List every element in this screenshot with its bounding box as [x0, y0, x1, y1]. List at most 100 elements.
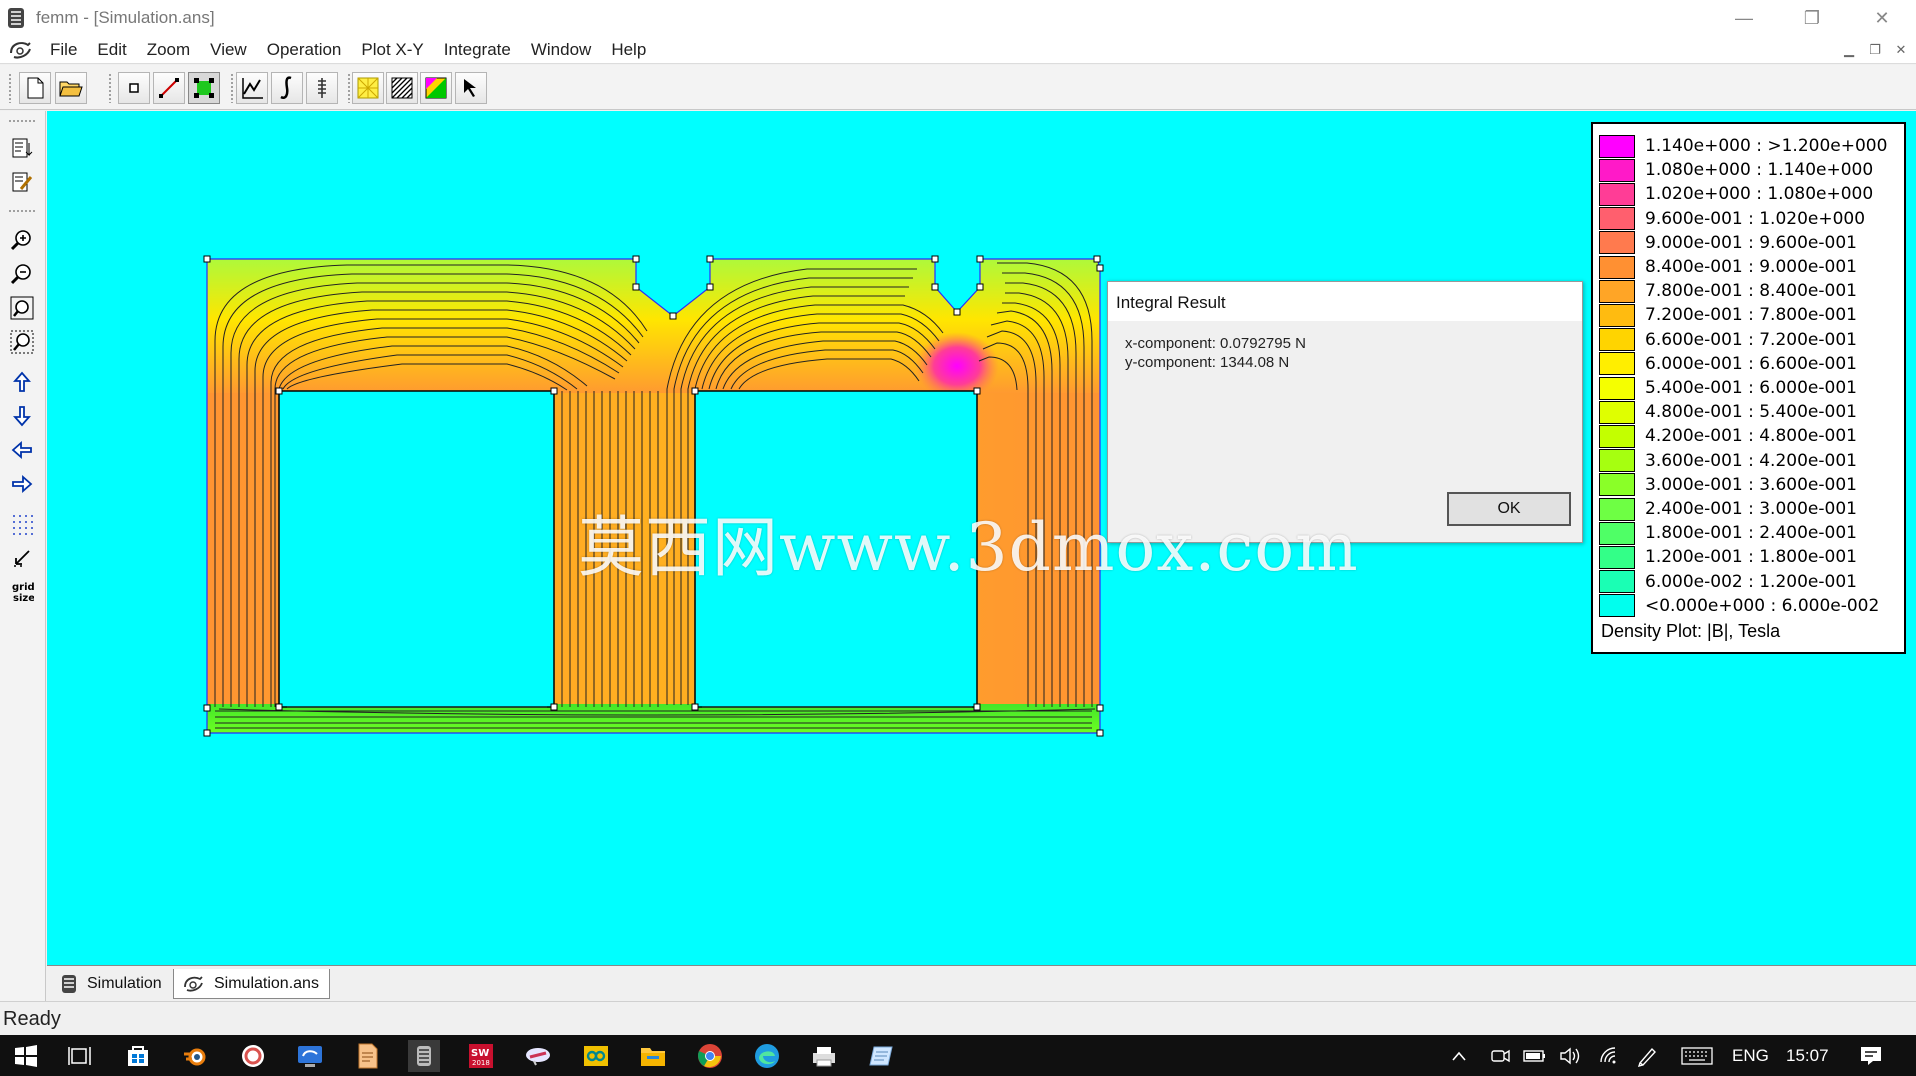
input-language[interactable]: ENG — [1732, 1046, 1769, 1066]
pan-down-icon[interactable] — [6, 401, 38, 431]
touch-keyboard-icon[interactable] — [1680, 1040, 1714, 1072]
document-app-icon[interactable] — [352, 1040, 384, 1072]
femm-doc-icon — [62, 975, 76, 993]
menu-edit[interactable]: Edit — [87, 40, 136, 60]
toolbar-grip[interactable] — [108, 73, 112, 103]
volume-icon[interactable] — [1558, 1040, 1584, 1072]
legend-entry: 3.600e-001 : 4.200e-001 — [1599, 449, 1857, 473]
legend-label: 9.000e-001 : 9.600e-001 — [1645, 232, 1857, 253]
contour-mode-icon[interactable] — [153, 72, 185, 104]
area-mode-icon[interactable] — [188, 72, 220, 104]
toolbar-grip[interactable] — [230, 73, 234, 103]
arduino-icon[interactable] — [580, 1040, 612, 1072]
menu-zoom[interactable]: Zoom — [137, 40, 200, 60]
mdi-close-button[interactable]: ✕ — [1890, 40, 1912, 60]
blender-icon[interactable] — [179, 1040, 211, 1072]
legend-swatch — [1599, 279, 1635, 303]
postprocessor-doc-icon — [184, 975, 203, 991]
task-view-icon[interactable] — [64, 1040, 96, 1072]
menu-help[interactable]: Help — [601, 40, 656, 60]
show-mesh-icon[interactable] — [352, 72, 384, 104]
restore-button[interactable]: ❐ — [1778, 0, 1846, 36]
legend-entry: 9.000e-001 : 9.600e-001 — [1599, 231, 1857, 255]
show-results-icon[interactable] — [6, 133, 38, 163]
toolbar-grip[interactable] — [8, 119, 36, 123]
pan-up-icon[interactable] — [6, 367, 38, 397]
store-icon[interactable] — [122, 1040, 154, 1072]
minimize-button[interactable]: — — [1710, 0, 1778, 36]
ok-button[interactable]: OK — [1447, 492, 1571, 526]
grid-size-icon[interactable]: grid size — [6, 577, 38, 607]
clock-time[interactable]: 15:07 — [1786, 1046, 1829, 1066]
notification-center-icon[interactable] — [1856, 1040, 1886, 1072]
menu-operation[interactable]: Operation — [257, 40, 352, 60]
open-folder-icon[interactable] — [55, 72, 87, 104]
zoom-window-icon[interactable] — [6, 327, 38, 357]
block-integral-icon[interactable] — [306, 72, 338, 104]
show-grid-icon[interactable] — [6, 509, 38, 539]
chrome-icon[interactable] — [694, 1040, 726, 1072]
battery-icon[interactable] — [1522, 1040, 1548, 1072]
snap-grid-icon[interactable] — [6, 543, 38, 573]
close-button[interactable]: ✕ — [1848, 0, 1916, 36]
windows-start-icon[interactable] — [10, 1040, 42, 1072]
file-explorer-icon[interactable] — [637, 1040, 669, 1072]
plot-xy-icon[interactable] — [236, 72, 268, 104]
legend-swatch — [1599, 182, 1635, 206]
line-integral-icon[interactable] — [271, 72, 303, 104]
app-ring-icon[interactable] — [237, 1040, 269, 1072]
edit-results-icon[interactable] — [6, 167, 38, 197]
solidworks-icon[interactable]: SW 2018 — [465, 1040, 497, 1072]
postprocessor-icon[interactable] — [8, 39, 34, 61]
y-component-text: y-component: 1344.08 N — [1125, 354, 1290, 371]
meet-now-icon[interactable] — [1488, 1040, 1512, 1072]
notes-app-icon[interactable] — [865, 1040, 897, 1072]
legend-label: 5.400e-001 : 6.000e-001 — [1645, 378, 1857, 398]
toolbar-grip[interactable] — [8, 73, 12, 103]
wifi-icon[interactable] — [1596, 1040, 1622, 1072]
legend-swatch — [1599, 303, 1635, 327]
toolbar-grip[interactable] — [347, 73, 351, 103]
legend-swatch — [1599, 207, 1635, 231]
remote-desktop-icon[interactable] — [294, 1040, 326, 1072]
menu-view[interactable]: View — [200, 40, 257, 60]
femm-taskbar-icon[interactable] — [408, 1040, 440, 1072]
mdi-restore-button[interactable]: ❐ — [1864, 40, 1886, 60]
legend-entry: 1.080e+000 : 1.140e+000 — [1599, 158, 1873, 182]
edge-icon[interactable] — [751, 1040, 783, 1072]
menu-integrate[interactable]: Integrate — [434, 40, 521, 60]
pan-left-icon[interactable] — [6, 435, 38, 465]
printer-app-icon[interactable] — [808, 1040, 840, 1072]
zoom-out-icon[interactable] — [6, 259, 38, 289]
tab-label: Simulation.ans — [214, 974, 319, 992]
zoom-natural-icon[interactable] — [6, 293, 38, 323]
hatch-plot-icon[interactable] — [386, 72, 418, 104]
point-mode-icon[interactable] — [118, 72, 150, 104]
femm-app-icon — [8, 8, 24, 28]
legend-label: <0.000e+000 : 6.000e-002 — [1645, 595, 1880, 616]
pan-right-icon[interactable] — [6, 469, 38, 499]
tab-simulation[interactable]: Simulation — [51, 969, 172, 999]
tab-simulation-ans[interactable]: Simulation.ans — [173, 969, 330, 999]
cloud-app-icon[interactable] — [522, 1040, 554, 1072]
pen-icon[interactable] — [1634, 1040, 1660, 1072]
legend-label: 7.800e-001 : 8.400e-001 — [1645, 281, 1857, 302]
mdi-minimize-button[interactable]: ▁ — [1838, 40, 1860, 60]
legend-entry: 5.400e-001 : 6.000e-001 — [1599, 376, 1857, 400]
legend-label: 7.200e-001 : 7.800e-001 — [1645, 305, 1857, 326]
svg-text:grid: grid — [12, 582, 34, 593]
density-plot-icon[interactable] — [420, 72, 452, 104]
chevron-up-icon[interactable] — [1448, 1040, 1470, 1072]
toolbar-grip[interactable] — [8, 209, 36, 213]
legend-label: 3.600e-001 : 4.200e-001 — [1645, 450, 1857, 471]
legend-swatch — [1599, 449, 1635, 473]
select-arrow-icon[interactable] — [455, 72, 487, 104]
menu-window[interactable]: Window — [521, 40, 601, 60]
legend-entry: 4.800e-001 : 5.400e-001 — [1599, 400, 1857, 424]
menu-file[interactable]: File — [40, 40, 87, 60]
menu-plot-xy[interactable]: Plot X-Y — [351, 40, 433, 60]
menu-bar: File Edit Zoom View Operation Plot X-Y I… — [0, 36, 1916, 64]
zoom-in-icon[interactable] — [6, 225, 38, 255]
legend-label: 9.600e-001 : 1.020e+000 — [1645, 208, 1866, 229]
new-file-icon[interactable] — [19, 72, 51, 104]
